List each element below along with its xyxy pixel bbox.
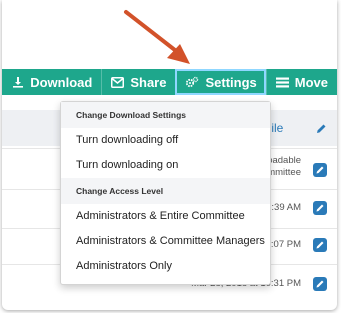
move-label: Move	[294, 74, 328, 90]
pencil-icon[interactable]	[315, 122, 327, 140]
download-label: Download	[30, 74, 93, 90]
menu-item-admins-committee-managers[interactable]: Administrators & Committee Managers	[61, 229, 270, 254]
menu-item-downloading-on[interactable]: Turn downloading on	[61, 153, 270, 178]
menu-item-downloading-off[interactable]: Turn downloading off	[61, 128, 270, 153]
edit-button[interactable]	[313, 201, 327, 215]
edit-button[interactable]	[313, 277, 327, 291]
edit-button[interactable]	[313, 163, 327, 177]
download-icon	[12, 76, 24, 88]
settings-label: Settings	[205, 74, 257, 90]
annotation-arrow-icon	[124, 10, 190, 64]
move-button[interactable]: Move	[265, 69, 337, 95]
gears-icon	[185, 76, 199, 89]
move-icon	[275, 77, 289, 88]
download-settings-header: Change Download Settings	[61, 102, 270, 128]
menu-item-admins-entire-committee[interactable]: Administrators & Entire Committee	[61, 204, 270, 229]
row-text: :39 AM	[271, 202, 301, 213]
share-label: Share	[130, 74, 167, 90]
download-button[interactable]: Download	[3, 69, 101, 95]
edit-button[interactable]	[313, 238, 327, 252]
file-toolbar: Download Share Settings Move	[2, 69, 337, 95]
envelope-icon	[111, 76, 125, 88]
menu-item-admins-only[interactable]: Administrators Only	[61, 254, 270, 279]
share-button[interactable]: Share	[101, 69, 175, 95]
settings-button[interactable]: Settings	[175, 69, 266, 95]
row-text: oadable mmittee	[267, 155, 301, 178]
settings-dropdown: Change Download Settings Turn downloadin…	[60, 101, 271, 285]
access-level-header: Change Access Level	[61, 178, 270, 204]
